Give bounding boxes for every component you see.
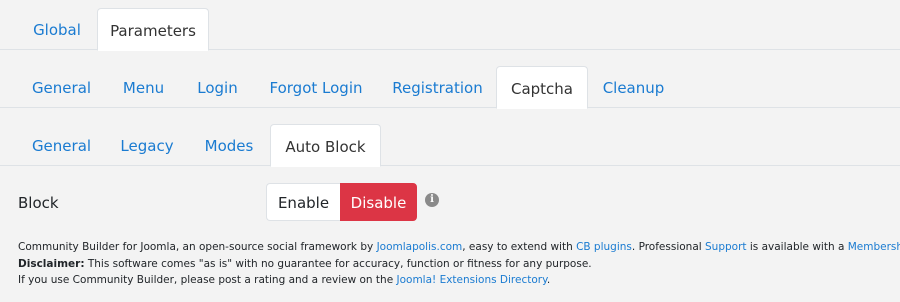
tab-captcha-general[interactable]: General bbox=[18, 124, 105, 166]
tab-cleanup[interactable]: Cleanup bbox=[589, 66, 678, 108]
tab-parameters[interactable]: Parameters bbox=[97, 8, 209, 51]
tab-global[interactable]: Global bbox=[18, 8, 96, 50]
footer: Community Builder for Joomla, an open-so… bbox=[18, 239, 900, 289]
tab-general[interactable]: General bbox=[18, 66, 105, 108]
block-label: Block bbox=[18, 194, 59, 212]
footer-text: Community Builder for Joomla, an open-so… bbox=[18, 241, 377, 253]
footer-text: If you use Community Builder, please pos… bbox=[18, 274, 397, 286]
tab-registration[interactable]: Registration bbox=[379, 66, 496, 108]
main-tab-bar: Global Parameters bbox=[0, 8, 900, 51]
footer-text: is available with a bbox=[746, 241, 848, 253]
tab-auto-block[interactable]: Auto Block bbox=[270, 124, 381, 167]
disclaimer-label: Disclaimer: bbox=[18, 257, 85, 270]
tab-menu[interactable]: Menu bbox=[106, 66, 181, 108]
jed-link[interactable]: Joomla! Extensions Directory bbox=[397, 274, 547, 286]
membership-link[interactable]: Membership bbox=[848, 241, 900, 253]
cb-plugins-link[interactable]: CB plugins bbox=[576, 241, 632, 253]
tab-captcha[interactable]: Captcha bbox=[496, 66, 588, 109]
footer-review-line: If you use Community Builder, please pos… bbox=[18, 272, 898, 289]
parameters-tab-bar: General Menu Login Forgot Login Registra… bbox=[0, 66, 900, 109]
footer-credits-line: Community Builder for Joomla, an open-so… bbox=[18, 239, 900, 256]
disclaimer-text: This software comes "as is" with no guar… bbox=[84, 257, 592, 270]
footer-text: , easy to extend with bbox=[462, 241, 577, 253]
footer-disclaimer-line: Disclaimer: This software comes "as is" … bbox=[18, 256, 898, 273]
footer-text: . Professional bbox=[631, 241, 706, 253]
info-icon[interactable]: i bbox=[425, 193, 439, 207]
tab-legacy[interactable]: Legacy bbox=[106, 124, 188, 166]
tab-modes[interactable]: Modes bbox=[189, 124, 269, 166]
tab-forgot-login[interactable]: Forgot Login bbox=[254, 66, 378, 108]
tab-login[interactable]: Login bbox=[182, 66, 253, 108]
joomlapolis-link[interactable]: Joomlapolis.com bbox=[377, 241, 463, 253]
disable-button[interactable]: Disable bbox=[340, 183, 417, 221]
enable-button[interactable]: Enable bbox=[266, 183, 340, 221]
support-link[interactable]: Support bbox=[705, 241, 747, 253]
footer-text: . bbox=[546, 274, 551, 286]
captcha-tab-bar: General Legacy Modes Auto Block bbox=[0, 124, 900, 167]
